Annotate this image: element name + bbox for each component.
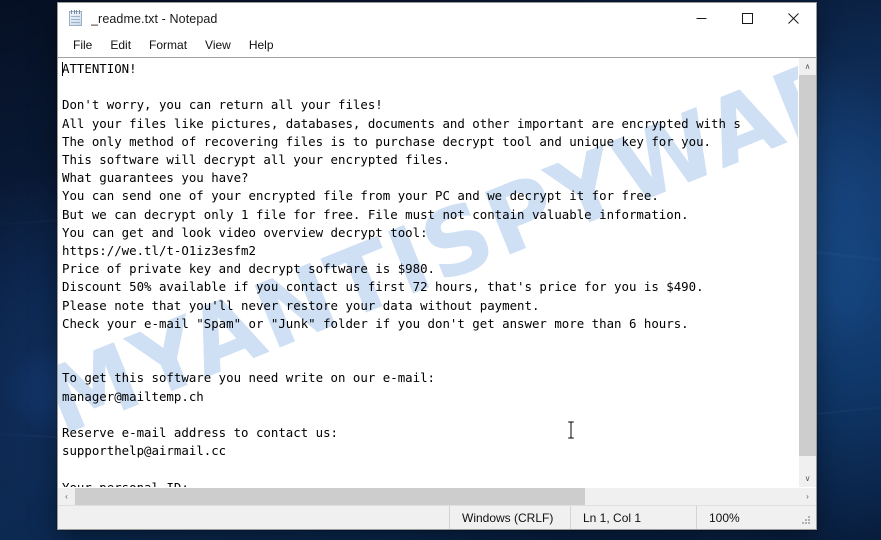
menu-bar: File Edit Format View Help [58,34,816,57]
window-controls [678,3,816,34]
notepad-window: _readme.txt - Notepad File Edit Format V… [57,2,817,530]
status-bar-spacer [58,506,449,529]
maximize-button[interactable] [724,3,770,34]
status-zoom-level: 100% [696,506,800,529]
scroll-down-arrow-icon[interactable]: ∨ [799,470,816,487]
title-bar[interactable]: _readme.txt - Notepad [58,3,816,34]
status-bar: Windows (CRLF) Ln 1, Col 1 100% [58,505,816,529]
document-text: ATTENTION! Don't worry, you can return a… [62,61,741,487]
desktop-background: _readme.txt - Notepad File Edit Format V… [0,0,881,540]
window-title: _readme.txt - Notepad [91,11,218,26]
close-icon [787,13,799,24]
menu-item-edit[interactable]: Edit [101,36,140,54]
minimize-button[interactable] [678,3,724,34]
horizontal-scroll-track[interactable] [75,488,799,505]
horizontal-scrollbar[interactable]: ‹ › [58,487,816,505]
resize-grip[interactable] [800,514,814,528]
vertical-scroll-thumb[interactable] [799,75,816,456]
status-cursor-position: Ln 1, Col 1 [570,506,696,529]
menu-item-format[interactable]: Format [140,36,196,54]
editor-region: MYANTISPYWARE.COM ATTENTION! Don't worry… [58,57,816,505]
title-bar-left: _readme.txt - Notepad [58,10,678,27]
notepad-document-icon [67,10,84,27]
vertical-scrollbar[interactable]: ∧ ∨ [798,58,816,487]
menu-item-help[interactable]: Help [240,36,283,54]
vertical-scroll-track[interactable] [799,75,816,470]
status-line-ending: Windows (CRLF) [449,506,570,529]
scroll-left-arrow-icon[interactable]: ‹ [58,488,75,505]
scroll-right-arrow-icon[interactable]: › [799,488,816,505]
horizontal-scroll-thumb[interactable] [75,488,585,505]
close-button[interactable] [770,3,816,34]
minimize-icon [696,18,706,19]
editor-row: MYANTISPYWARE.COM ATTENTION! Don't worry… [58,58,816,487]
scroll-up-arrow-icon[interactable]: ∧ [799,58,816,75]
menu-item-view[interactable]: View [196,36,240,54]
maximize-icon [741,13,753,24]
menu-item-file[interactable]: File [64,36,101,54]
text-caret [62,62,63,76]
text-editor[interactable]: MYANTISPYWARE.COM ATTENTION! Don't worry… [58,58,798,487]
